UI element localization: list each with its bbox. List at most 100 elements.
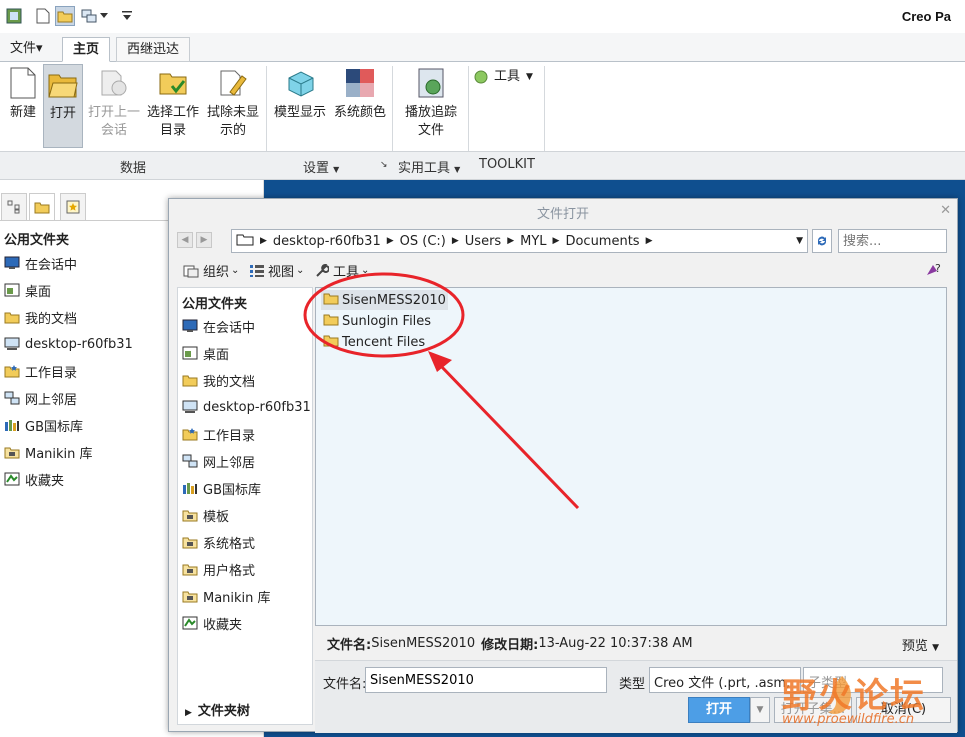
play-trail-button[interactable]: 播放追踪 文件 <box>402 66 460 140</box>
left-item-network[interactable]: 网上邻居 <box>4 386 77 410</box>
open-button[interactable]: 打开 <box>688 697 750 723</box>
left-item-favorites[interactable]: 收藏夹 <box>4 467 64 491</box>
breadcrumb-users[interactable]: Users <box>461 234 505 249</box>
dialog-item-gb-library[interactable]: GB国标库 <box>182 476 261 500</box>
customize-qat-icon[interactable] <box>120 6 134 26</box>
dialog-item-network[interactable]: 网上邻居 <box>182 449 255 473</box>
tools-menu[interactable]: 工具 ⌄ <box>315 261 369 280</box>
tab-file[interactable]: 文件▾ <box>0 37 53 62</box>
tab-home[interactable]: 主页 <box>62 37 111 62</box>
trail-icon <box>414 66 448 100</box>
dialog-item-label: desktop-r60fb31 <box>203 399 311 415</box>
select-working-dir-button[interactable]: 选择工作 目录 <box>144 66 202 140</box>
left-item-label: 工作目录 <box>25 365 78 381</box>
ribbon-tabs: 文件▾ 主页 西继迅达 <box>0 33 965 62</box>
tab-xijixunda[interactable]: 西继迅达 <box>116 37 191 62</box>
dialog-item-favorites[interactable]: 收藏夹 <box>182 611 242 635</box>
search-input[interactable] <box>838 229 947 253</box>
views-menu[interactable]: 视图 ⌄ <box>250 261 304 280</box>
watermark-text: 野火论坛 <box>782 676 926 716</box>
app-logo-icon[interactable] <box>4 6 24 26</box>
model-display-label: 模型显示 <box>273 105 326 120</box>
preview-toggle[interactable]: 预览 ▼ <box>902 635 939 654</box>
file-list[interactable]: SisenMESS2010 Sunlogin Files Tencent Fil… <box>315 287 947 626</box>
address-bar[interactable]: ▶ desktop-r60fb31 ▶ OS (C:) ▶ Users ▶ MY… <box>231 229 808 253</box>
model-tree-tab[interactable] <box>1 193 27 221</box>
ribbon-group-bar: 数据 设置 ▼ ↘ 实用工具 ▼ TOOLKIT <box>0 151 965 180</box>
help-icon[interactable]: ? <box>925 261 943 281</box>
group-settings-dropdown[interactable]: 设置 ▼ <box>303 157 339 176</box>
chevron-down-icon[interactable] <box>98 6 110 26</box>
breadcrumb-arrow-icon: ▶ <box>507 236 515 246</box>
working-dir-icon <box>156 66 190 100</box>
open-last-session-button[interactable]: 打开上一 会话 <box>86 66 142 140</box>
left-item-working-dir[interactable]: 工作目录 <box>4 359 77 383</box>
type-select[interactable]: Creo 文件 (.prt, .asm, <box>649 667 801 693</box>
dialog-item-label: GB国标库 <box>203 482 261 498</box>
dialog-item-manikin[interactable]: Manikin 库 <box>182 584 271 608</box>
back-icon[interactable]: ◀ <box>177 232 193 248</box>
favorites-tab[interactable] <box>60 193 86 221</box>
folder-row[interactable]: Tencent Files <box>321 332 427 352</box>
close-icon[interactable]: ✕ <box>940 203 951 218</box>
dialog-launcher-icon[interactable]: ↘ <box>380 160 388 170</box>
group-toolkit-label[interactable]: TOOLKIT <box>479 157 535 172</box>
model-display-button[interactable]: 模型显示 <box>272 66 328 122</box>
type-value: Creo 文件 (.prt, .asm, <box>654 676 791 691</box>
chevron-down-icon: ▼ <box>333 165 340 174</box>
filename-input[interactable] <box>365 667 607 693</box>
play-trail-line1: 播放追踪 <box>404 105 457 120</box>
dialog-item-computer[interactable]: desktop-r60fb31 <box>182 395 311 419</box>
folder-icon <box>323 313 339 330</box>
library-icon <box>182 480 198 496</box>
refresh-icon[interactable] <box>812 229 832 253</box>
left-item-computer[interactable]: desktop-r60fb31 <box>4 332 133 356</box>
nav-buttons: ◀ ▶ <box>177 232 212 248</box>
manikin-folder-icon <box>182 588 198 604</box>
open-options-icon[interactable]: ▼ <box>750 697 770 723</box>
dialog-item-user-formats[interactable]: 用户格式 <box>182 557 255 581</box>
left-item-manikin[interactable]: Manikin 库 <box>4 440 93 464</box>
system-colors-button[interactable]: 系统颜色 <box>332 66 388 122</box>
left-item-documents[interactable]: 我的文档 <box>4 305 77 329</box>
erase-not-displayed-button[interactable]: 拭除未显 示的 <box>204 66 262 140</box>
dialog-item-label: 网上邻居 <box>203 455 256 471</box>
open-button[interactable]: 打开 <box>43 64 83 148</box>
desktop-icon <box>182 345 198 361</box>
window-switch-icon[interactable] <box>79 6 99 26</box>
dialog-item-in-session[interactable]: 在会话中 <box>182 314 255 338</box>
breadcrumb-user[interactable]: MYL <box>516 234 550 249</box>
dialog-item-templates[interactable]: 模板 <box>182 503 229 527</box>
tools-dropdown[interactable]: 工具 ▼ <box>474 68 533 86</box>
breadcrumb-documents[interactable]: Documents <box>561 234 643 249</box>
folder-tree-toggle[interactable]: ▶ 文件夹树 <box>177 699 313 725</box>
folder-browser-tab[interactable] <box>29 193 55 221</box>
file-info-bar: 文件名: SisenMESS2010 修改日期: 13-Aug-22 10:37:3… <box>315 629 947 657</box>
forward-icon[interactable]: ▶ <box>196 232 212 248</box>
organize-menu[interactable]: 组织 ⌄ <box>183 261 239 280</box>
folder-name: Tencent Files <box>342 334 426 350</box>
new-file-icon[interactable] <box>33 6 53 26</box>
left-item-label: desktop-r60fb31 <box>25 336 133 352</box>
folder-row[interactable]: Sunlogin Files <box>321 311 433 331</box>
group-util-dropdown[interactable]: 实用工具 ▼ <box>398 157 460 176</box>
breadcrumb-computer[interactable]: desktop-r60fb31 <box>269 234 385 249</box>
open-label: 打开 <box>49 106 76 121</box>
favorites-icon <box>4 471 20 487</box>
dialog-item-desktop[interactable]: 桌面 <box>182 341 229 365</box>
breadcrumb-drive[interactable]: OS (C:) <box>396 234 450 249</box>
left-item-in-session[interactable]: 在会话中 <box>4 251 77 275</box>
left-item-label: 收藏夹 <box>25 473 65 489</box>
open-folder-icon[interactable] <box>55 6 75 26</box>
folder-row[interactable]: SisenMESS2010 <box>321 290 448 310</box>
new-button[interactable]: 新建 <box>4 66 42 122</box>
dialog-item-label: 用户格式 <box>203 563 256 579</box>
left-item-desktop[interactable]: 桌面 <box>4 278 51 302</box>
dialog-item-system-formats[interactable]: 系统格式 <box>182 530 255 554</box>
chevron-down-icon[interactable]: ▼ <box>796 236 803 246</box>
left-item-gb-library[interactable]: GB国标库 <box>4 413 83 437</box>
dialog-item-label: 在会话中 <box>203 320 256 336</box>
dialog-item-working-dir[interactable]: 工作目录 <box>182 422 255 446</box>
dialog-item-documents[interactable]: 我的文档 <box>182 368 255 392</box>
chevron-down-icon: ▼ <box>526 72 533 82</box>
